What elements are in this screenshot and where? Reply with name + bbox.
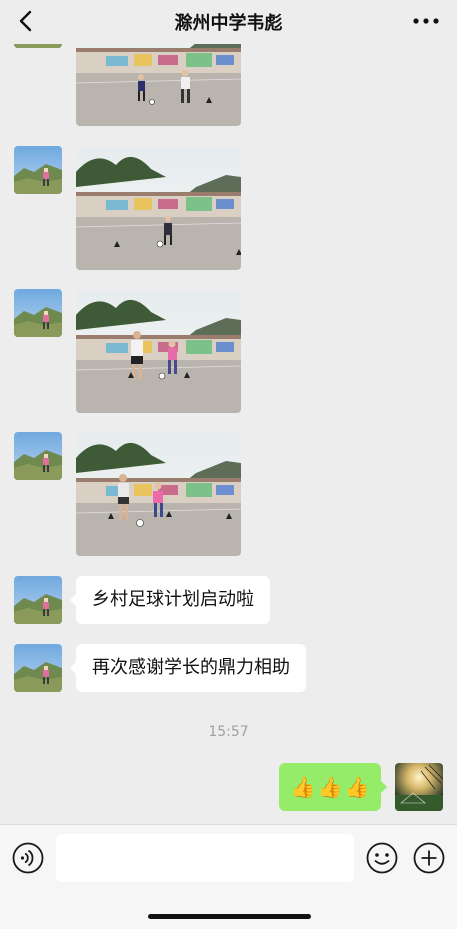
chat-header: 滁州中学韦彪 [0, 0, 457, 44]
thumbs-up-icon: 👍 [344, 775, 370, 799]
emoji-icon[interactable] [366, 842, 398, 874]
avatar[interactable] [14, 146, 62, 194]
message-timestamp: 15:57 [208, 724, 249, 740]
message-input[interactable] [56, 834, 354, 882]
thumbs-up-icon: 👍 [290, 775, 316, 799]
avatar[interactable] [14, 289, 62, 337]
plus-icon[interactable] [413, 842, 445, 874]
voice-icon[interactable] [12, 842, 44, 874]
image-message[interactable] [76, 290, 241, 413]
avatar[interactable] [14, 644, 62, 692]
input-bar [0, 824, 457, 929]
avatar[interactable] [14, 44, 62, 48]
image-message[interactable] [76, 44, 241, 126]
avatar[interactable] [14, 576, 62, 624]
image-message[interactable] [76, 433, 241, 556]
chat-title: 滁州中学韦彪 [174, 13, 283, 34]
self-avatar[interactable] [395, 763, 443, 811]
text-message[interactable]: 乡村足球计划启动啦 [70, 576, 270, 624]
emoji-message[interactable]: 👍 👍 👍 [279, 763, 387, 811]
message-list[interactable]: 乡村足球计划启动啦 再次感谢学长的鼎力相助 15:57 👍 👍 👍 [0, 44, 457, 824]
thumbs-up-icon: 👍 [317, 775, 343, 799]
text-message[interactable]: 再次感谢学长的鼎力相助 [70, 644, 306, 692]
more-dots-icon[interactable] [413, 12, 439, 30]
home-indicator [148, 914, 311, 919]
image-message[interactable] [76, 147, 241, 270]
avatar[interactable] [14, 432, 62, 480]
chevron-left-icon[interactable] [14, 10, 36, 32]
